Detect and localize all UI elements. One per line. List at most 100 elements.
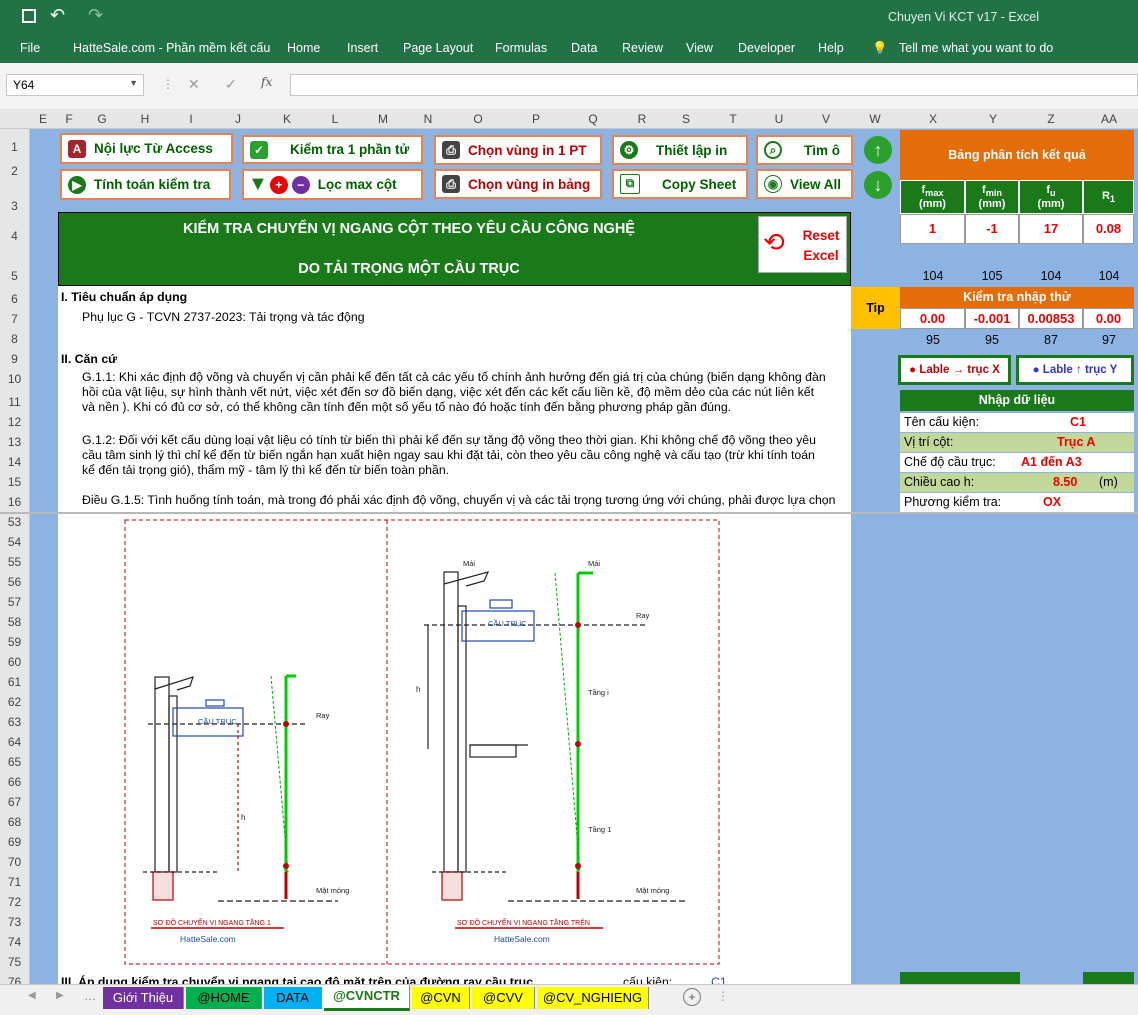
col-header[interactable]: AA (1099, 112, 1119, 126)
row-header[interactable]: 54 (0, 535, 29, 549)
col-header[interactable]: X (926, 112, 940, 126)
sheet-tab[interactable]: DATA (264, 987, 322, 1009)
check-value[interactable]: 0.00 (900, 308, 965, 329)
tab-developer[interactable]: Developer (738, 41, 795, 55)
input-value-ten-cau-kien[interactable]: C1 (1070, 413, 1086, 432)
sheet-tab[interactable]: @HOME (186, 987, 262, 1009)
col-header[interactable]: P (529, 112, 543, 126)
formula-input[interactable] (290, 74, 1138, 96)
input-value-phuong[interactable]: OX (1043, 493, 1061, 512)
loc-max-cot-button[interactable]: ▼ + − Lọc max cột (242, 169, 423, 200)
check-value[interactable]: -0.001 (965, 308, 1019, 329)
row-header[interactable]: 12 (0, 415, 29, 429)
chon-vung-bang-button[interactable]: ⎙ Chọn vùng in bảng (434, 169, 602, 199)
tab-splitter-icon[interactable]: ⋮ (717, 989, 729, 1003)
sheet-tab[interactable]: @CVN (412, 987, 470, 1009)
col-header[interactable]: N (421, 112, 435, 126)
col-header[interactable]: E (36, 112, 50, 126)
function-icon[interactable]: fx (261, 75, 272, 89)
chevron-down-icon[interactable]: ▼ (129, 78, 138, 88)
col-header[interactable]: L (328, 112, 342, 126)
col-header[interactable]: O (471, 112, 485, 126)
redo-icon[interactable]: ↷ (88, 5, 103, 26)
row-header[interactable]: 63 (0, 715, 29, 729)
col-header[interactable]: S (679, 112, 693, 126)
sheet-tab[interactable]: @CVV (472, 987, 535, 1009)
tab-page-layout[interactable]: Page Layout (403, 41, 473, 55)
row-header[interactable]: 65 (0, 755, 29, 769)
sheet-tab[interactable]: @CV_NGHIENG (537, 987, 649, 1009)
col-header[interactable]: U (772, 112, 786, 126)
row-header[interactable]: 4 (0, 229, 29, 243)
lable-y-button[interactable]: ● Lable ↑ trục Y (1016, 355, 1134, 385)
col-header[interactable]: W (868, 112, 882, 126)
row-header[interactable]: 55 (0, 555, 29, 569)
sheet-tab-active[interactable]: @CVNCTR (324, 985, 410, 1011)
row8-value[interactable]: 95 (967, 333, 1017, 347)
view-all-button[interactable]: ◉ View All (756, 169, 853, 199)
row-header[interactable]: 11 (0, 395, 29, 409)
col-header[interactable]: K (280, 112, 294, 126)
tell-me-search[interactable]: Tell me what you want to do (899, 41, 1053, 55)
row-header[interactable]: 74 (0, 935, 29, 949)
col-header[interactable]: T (726, 112, 740, 126)
save-icon[interactable] (22, 9, 36, 23)
row8-value[interactable]: 87 (1026, 333, 1076, 347)
tab-file[interactable]: File (20, 41, 40, 55)
tab-home[interactable]: Home (287, 41, 320, 55)
result-fu[interactable]: 17 (1019, 214, 1083, 244)
copy-sheet-button[interactable]: ⧉ Copy Sheet (612, 169, 748, 199)
row-header[interactable]: 5 (0, 269, 29, 283)
tab-scroll-right-icon[interactable]: ▶ (56, 990, 64, 1001)
input-value-vi-tri-cot[interactable]: Trục A (1057, 433, 1095, 452)
tab-insert[interactable]: Insert (347, 41, 378, 55)
row-header[interactable]: 14 (0, 455, 29, 469)
enter-icon[interactable]: ✓ (225, 76, 237, 93)
row5-value[interactable]: 105 (967, 269, 1017, 283)
tim-o-button[interactable]: ⌕ Tìm ô (756, 135, 853, 165)
row-header[interactable]: 56 (0, 575, 29, 589)
row-header[interactable]: 7 (0, 312, 29, 326)
col-header[interactable]: G (95, 112, 109, 126)
row5-value[interactable]: 104 (908, 269, 958, 283)
chon-vung-1pt-button[interactable]: ⎙ Chọn vùng in 1 PT (434, 135, 602, 165)
tab-hattesale[interactable]: HatteSale.com - Phần mềm kết cấu (73, 41, 270, 55)
cancel-icon[interactable]: ✕ (188, 76, 200, 93)
col-header[interactable]: V (819, 112, 833, 126)
tab-review[interactable]: Review (622, 41, 663, 55)
col-header[interactable]: M (376, 112, 390, 126)
col-header[interactable]: J (231, 112, 245, 126)
kiem-tra-phan-tu-button[interactable]: ✓ Kiểm tra 1 phần tử (242, 135, 423, 164)
row8-value[interactable]: 97 (1084, 333, 1134, 347)
row-header[interactable]: 6 (0, 292, 29, 306)
row-header[interactable]: 15 (0, 475, 29, 489)
row-header[interactable]: 68 (0, 815, 29, 829)
row-header[interactable]: 71 (0, 875, 29, 889)
row-header[interactable]: 13 (0, 435, 29, 449)
arrow-down-icon[interactable]: ↓ (864, 171, 892, 199)
col-header[interactable]: H (138, 112, 152, 126)
result-fmin[interactable]: -1 (965, 214, 1019, 244)
noi-luc-access-button[interactable]: A Nội lực Từ Access (60, 133, 233, 164)
row5-value[interactable]: 104 (1026, 269, 1076, 283)
tab-view[interactable]: View (686, 41, 713, 55)
row-header[interactable]: 58 (0, 615, 29, 629)
row-header[interactable]: 60 (0, 655, 29, 669)
row-header[interactable]: 53 (0, 515, 29, 529)
tab-more-icon[interactable]: … (84, 989, 96, 1003)
check-value[interactable]: 0.00 (1083, 308, 1134, 329)
result-r1[interactable]: 0.08 (1083, 214, 1134, 244)
col-header[interactable]: F (62, 112, 76, 126)
select-all-corner[interactable] (0, 109, 30, 128)
col-header[interactable]: Z (1044, 112, 1058, 126)
row-header[interactable]: 67 (0, 795, 29, 809)
col-header[interactable]: Y (986, 112, 1000, 126)
tab-formulas[interactable]: Formulas (495, 41, 547, 55)
row-header[interactable]: 1 (0, 140, 29, 154)
tab-scroll-left-icon[interactable]: ◀ (28, 990, 36, 1001)
row-header[interactable]: 70 (0, 855, 29, 869)
input-value-che-do[interactable]: A1 đến A3 (1021, 453, 1082, 472)
result-fmax[interactable]: 1 (900, 214, 965, 244)
tab-help[interactable]: Help (818, 41, 844, 55)
col-header[interactable]: I (184, 112, 198, 126)
